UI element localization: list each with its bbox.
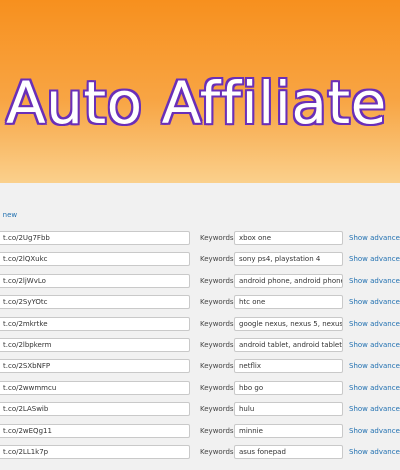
affiliate-link-input[interactable]: t.co/2wEQg11 <box>0 423 190 438</box>
keywords-input[interactable]: htc one <box>234 295 343 310</box>
show-advanced-options-link[interactable]: Show advanced op <box>349 405 400 413</box>
keywords-label: Keywords <box>200 426 234 435</box>
link-row: t.co/2wwmmcu Keywordshbo go Show advanced … <box>0 378 400 398</box>
show-advanced-options-link[interactable]: Show advanced op <box>349 341 400 349</box>
link-row: t.co/2ljWvLo Keywords android phone, andro… <box>0 271 400 291</box>
keywords-input[interactable]: asus fonepad <box>234 445 343 459</box>
keywords-label: Keywords <box>200 341 234 349</box>
keywords-label: Keywords <box>200 319 234 328</box>
link-row: t.co/2mkrtke Keywords google nexus, nexus … <box>0 314 400 334</box>
show-advanced-options-link[interactable]: Show advanced op <box>349 320 400 328</box>
affiliate-link-input[interactable]: t.co/2SXbNFP <box>0 359 190 374</box>
show-advanced-options-link[interactable]: Show advanced op <box>349 427 400 435</box>
link-row: t.co/2SXbNFP Keywordsnetflix Show advanced… <box>0 356 400 376</box>
keywords-label: Keywords <box>200 405 234 414</box>
plugin-banner: Auto Affiliate Lin <box>0 0 400 183</box>
link-row: t.co/2lQXukc Keywords sony ps4, playstatio… <box>0 249 400 269</box>
keywords-input[interactable]: google nexus, nexus 5, nexus tabl <box>234 316 343 331</box>
keywords-input[interactable]: android tablet, android tablets <box>234 338 343 352</box>
keywords-input[interactable]: netflix <box>234 359 343 374</box>
keywords-input[interactable]: minnie <box>234 423 343 438</box>
show-advanced-options-link[interactable]: Show advanced op <box>349 384 400 392</box>
keywords-label: Keywords <box>200 298 234 307</box>
link-row: t.co/2LL1k7p Keywords asus fonepad Show adv… <box>0 442 400 462</box>
keywords-input[interactable]: sony ps4, playstation 4 <box>234 252 343 267</box>
keywords-label: Keywords <box>200 276 234 285</box>
links-panel: d new t.co/2Ug7FbbKeywordsxbox oneShow a… <box>0 183 400 470</box>
link-row: t.co/2wEQg11 Keywordsminnie Show advanced … <box>0 421 400 441</box>
keywords-label: Keywords <box>200 362 234 371</box>
show-advanced-options-link[interactable]: Show advanced op <box>349 255 400 263</box>
link-row: t.co/2LASwib Keywordshulu Show advanced op <box>0 399 400 419</box>
affiliate-link-input[interactable]: t.co/2LL1k7p <box>0 445 190 459</box>
keywords-label: Keywords <box>200 234 234 242</box>
link-row: t.co/2lbpkerm Keywords android tablet, and… <box>0 335 400 355</box>
affiliate-link-input[interactable]: t.co/2ljWvLo <box>0 273 190 288</box>
add-new-link[interactable]: d new <box>0 211 17 219</box>
keywords-label: Keywords <box>200 255 234 264</box>
link-row: t.co/2Ug7Fbb Keywords xbox one Show advance… <box>0 228 400 248</box>
show-advanced-options-link[interactable]: Show advanced op <box>349 277 400 285</box>
affiliate-link-input[interactable]: t.co/2SyYOtc <box>0 295 190 310</box>
affiliate-link-input[interactable]: t.co/2LASwib <box>0 402 190 417</box>
show-advanced-options-link[interactable]: Show advanced op <box>349 234 400 242</box>
affiliate-link-input[interactable]: t.co/2lQXukc <box>0 252 190 267</box>
keywords-input[interactable]: android phone, android phones <box>234 273 343 288</box>
keywords-input[interactable]: hbo go <box>234 380 343 395</box>
affiliate-link-input[interactable]: t.co/2wwmmcu <box>0 380 190 395</box>
affiliate-link-input[interactable]: t.co/2lbpkerm <box>0 338 190 352</box>
banner-title: Auto Affiliate Lin <box>6 69 400 137</box>
show-advanced-options-link[interactable]: Show advanced op <box>349 448 400 456</box>
affiliate-link-input[interactable]: t.co/2mkrtke <box>0 316 190 331</box>
show-advanced-options-link[interactable]: Show advanced op <box>349 298 400 306</box>
link-row: t.co/2SyYOtc Keywordshtc one Show advanced… <box>0 292 400 312</box>
show-advanced-options-link[interactable]: Show advanced op <box>349 362 400 370</box>
keywords-input[interactable]: xbox one <box>234 231 343 245</box>
affiliate-link-input[interactable]: t.co/2Ug7Fbb <box>0 231 190 245</box>
keywords-input[interactable]: hulu <box>234 402 343 417</box>
keywords-label: Keywords <box>200 448 234 456</box>
keywords-label: Keywords <box>200 383 234 392</box>
